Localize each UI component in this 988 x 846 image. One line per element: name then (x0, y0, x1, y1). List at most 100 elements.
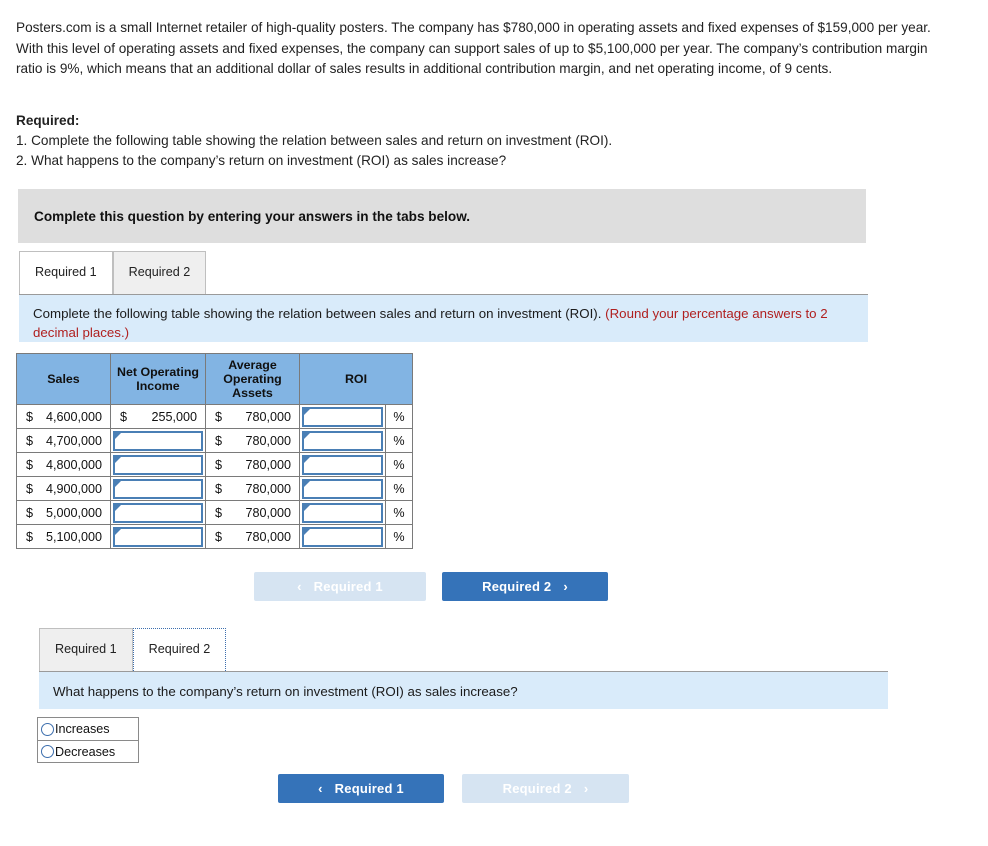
table-header-row: Sales Net Operating Income Average Opera… (16, 353, 413, 405)
net-operating-income-input[interactable] (113, 502, 203, 523)
table-row: $4,600,000 $255,000 $780,000% (16, 404, 413, 429)
cell-roi[interactable] (299, 500, 386, 525)
cell-roi[interactable] (299, 428, 386, 453)
table-row: $4,800,000 $780,000% (16, 452, 413, 477)
cell-value: 5,100,000 (45, 529, 102, 544)
required-item-2: 2. What happens to the company’s return … (16, 153, 507, 168)
roi-input[interactable] (302, 502, 383, 523)
roi-input[interactable] (302, 526, 383, 547)
chevron-left-icon: ‹ (297, 579, 302, 594)
chevron-right-icon: › (583, 781, 589, 796)
currency-symbol: $ (215, 409, 223, 424)
table-row: $4,900,000 $780,000% (16, 476, 413, 501)
cell-average-operating-assets: $780,000 (205, 452, 300, 477)
cell-net-operating-income[interactable] (110, 524, 206, 549)
net-operating-income-input[interactable] (113, 430, 203, 451)
net-operating-income-input[interactable] (113, 478, 203, 499)
required-2-instruction-bar: What happens to the company’s return on … (39, 672, 888, 709)
radio-option-decreases[interactable]: Decreases (38, 740, 138, 762)
cell-percent-symbol: % (385, 404, 413, 429)
radio-icon[interactable] (41, 722, 54, 736)
roi-table: Sales Net Operating Income Average Opera… (16, 353, 413, 549)
cell-net-operating-income: $255,000 (110, 404, 206, 429)
cell-percent-symbol: % (385, 524, 413, 549)
required-heading: Required: (16, 113, 80, 128)
cell-net-operating-income[interactable] (110, 500, 206, 525)
required-1-next-button[interactable]: Required 2 › (442, 572, 608, 601)
required-2-next-button[interactable]: Required 2 › (462, 774, 629, 803)
required-2-prev-button[interactable]: ‹ Required 1 (278, 774, 444, 803)
tab-label: Required 1 (55, 642, 117, 656)
roi-input[interactable] (302, 406, 383, 427)
cell-value: 4,800,000 (45, 457, 102, 472)
cell-value: 780,000 (245, 505, 291, 520)
table-body: $4,600,000 $255,000 $780,000% $4,700,000 $78… (16, 404, 413, 549)
roi-input[interactable] (302, 478, 383, 499)
cell-roi[interactable] (299, 476, 386, 501)
cell-value: 780,000 (245, 409, 291, 424)
column-header-average-operating-assets: Average Operating Assets (205, 353, 300, 405)
tab-required-1-top[interactable]: Required 1 (19, 251, 113, 294)
currency-symbol: $ (215, 481, 223, 496)
column-header-net-operating-income: Net Operating Income (110, 353, 206, 405)
cell-net-operating-income[interactable] (110, 476, 206, 501)
required-item-1: 1. Complete the following table showing … (16, 133, 613, 148)
currency-symbol: $ (120, 409, 128, 424)
tab-bar-bottom: Required 1 Required 2 (39, 628, 227, 671)
cell-average-operating-assets: $780,000 (205, 500, 300, 525)
chevron-left-icon: ‹ (318, 781, 323, 796)
cell-roi[interactable] (299, 524, 386, 549)
cell-sales: $4,800,000 (16, 452, 111, 477)
problem-statement: Posters.com is a small Internet retailer… (16, 18, 951, 80)
tab-required-2-top[interactable]: Required 2 (112, 251, 207, 294)
currency-symbol: $ (26, 433, 34, 448)
radio-option-label: Decreases (55, 744, 116, 759)
cell-value: 780,000 (245, 529, 291, 544)
currency-symbol: $ (215, 529, 223, 544)
currency-symbol: $ (215, 457, 223, 472)
instruction-banner: Complete this question by entering your … (18, 189, 866, 243)
radio-icon[interactable] (41, 745, 54, 758)
cell-value: 4,700,000 (45, 433, 102, 448)
currency-symbol: $ (26, 481, 34, 496)
currency-symbol: $ (26, 505, 34, 520)
cell-sales: $4,900,000 (16, 476, 111, 501)
roi-input[interactable] (302, 454, 383, 475)
required-1-prev-button[interactable]: ‹ Required 1 (254, 572, 426, 601)
cell-value: 255,000 (151, 409, 197, 424)
cell-value: 780,000 (245, 457, 291, 472)
tab-bar-top: Required 1 Required 2 (19, 251, 207, 294)
currency-symbol: $ (26, 457, 34, 472)
cell-net-operating-income[interactable] (110, 428, 206, 453)
button-label: Required 1 (313, 579, 383, 594)
currency-symbol: $ (215, 433, 223, 448)
tab-required-1-bottom[interactable]: Required 1 (39, 628, 133, 671)
cell-net-operating-income[interactable] (110, 452, 206, 477)
chevron-right-icon: › (563, 579, 568, 594)
cell-average-operating-assets: $780,000 (205, 404, 300, 429)
button-label: Required 1 (334, 781, 404, 796)
net-operating-income-input[interactable] (113, 526, 203, 547)
required-list: Required: 1. Complete the following tabl… (16, 111, 916, 171)
button-label: Required 2 (482, 579, 552, 594)
required-1-instruction-bar: Complete the following table showing the… (19, 295, 868, 342)
radio-option-increases[interactable]: Increases (38, 718, 138, 740)
button-label: Required 2 (502, 781, 572, 796)
tab-required-2-bottom[interactable]: Required 2 (132, 628, 227, 671)
tab-label: Required 1 (35, 265, 97, 279)
cell-average-operating-assets: $780,000 (205, 428, 300, 453)
cell-value: 780,000 (245, 433, 291, 448)
cell-value: 780,000 (245, 481, 291, 496)
roi-input[interactable] (302, 430, 383, 451)
cell-sales: $5,000,000 (16, 500, 111, 525)
tab-label: Required 2 (148, 642, 211, 656)
cell-percent-symbol: % (385, 428, 413, 453)
currency-symbol: $ (26, 409, 34, 424)
net-operating-income-input[interactable] (113, 454, 203, 475)
cell-roi[interactable] (299, 452, 386, 477)
tab-label: Required 2 (128, 265, 191, 279)
cell-value: 5,000,000 (45, 505, 102, 520)
cell-roi[interactable] (299, 404, 386, 429)
required-2-instruction-main: What happens to the company’s return on … (53, 684, 518, 699)
currency-symbol: $ (215, 505, 223, 520)
